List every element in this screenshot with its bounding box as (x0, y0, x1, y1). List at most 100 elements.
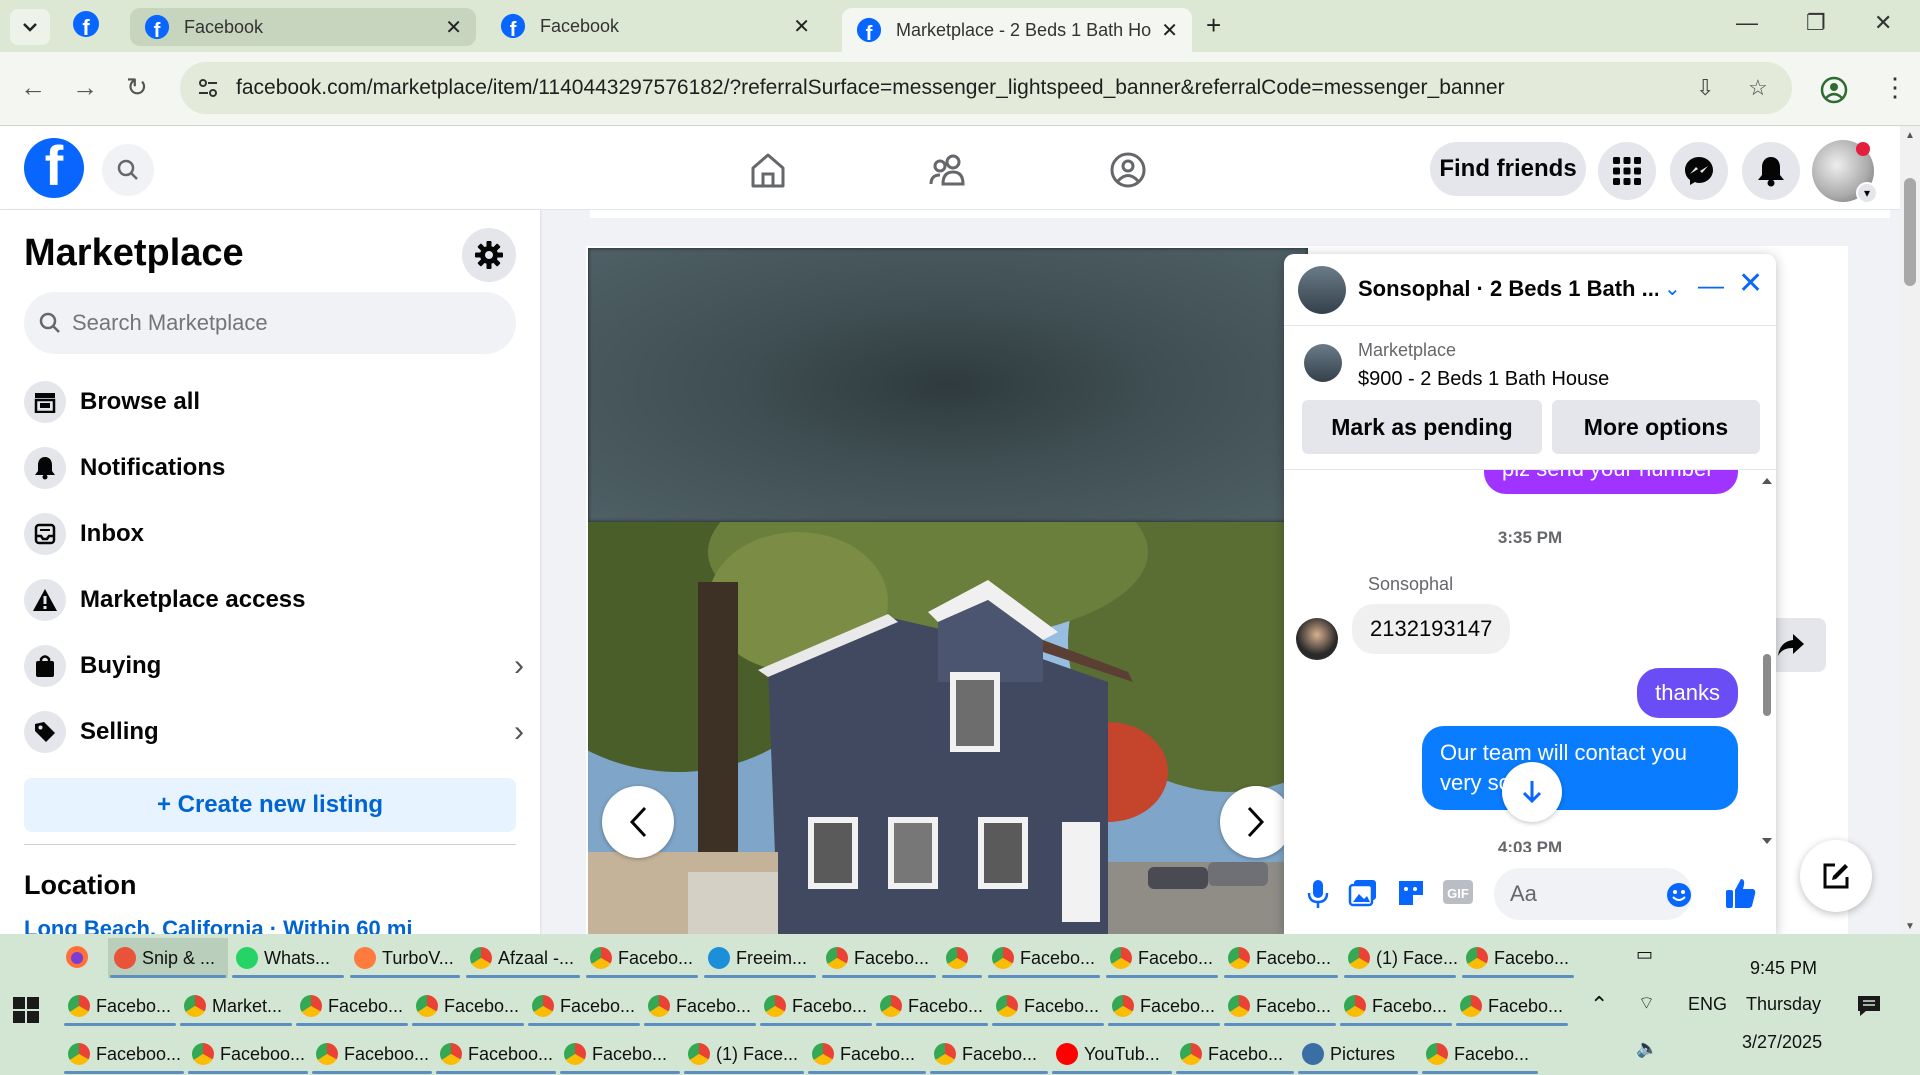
tab-facebook-1[interactable]: f Facebook ✕ (130, 8, 476, 46)
clock-day[interactable]: Thursday (1746, 994, 1821, 1015)
mark-as-pending-button[interactable]: Mark as pending (1302, 400, 1542, 454)
back-button[interactable]: ← (20, 72, 46, 103)
taskbar-app-button[interactable]: Facebo... (1454, 986, 1570, 1026)
taskbar-app-button[interactable]: Facebo... (820, 938, 938, 978)
friends-nav[interactable] (924, 148, 972, 192)
listing-price-title[interactable]: $900 - 2 Beds 1 Bath House (1358, 368, 1609, 391)
language-indicator[interactable]: ENG (1688, 994, 1727, 1015)
sticker-icon[interactable] (1396, 878, 1426, 908)
wifi-icon[interactable]: ⌔ (1638, 992, 1655, 1015)
facebook-search-button[interactable] (102, 144, 154, 196)
taskbar-app-button[interactable]: Facebo... (928, 1034, 1050, 1074)
chevron-down-icon[interactable]: ⌄ (1664, 276, 1681, 301)
battery-icon[interactable]: ▭ (1636, 944, 1653, 965)
chat-title[interactable]: Sonsophal · 2 Beds 1 Bath ... (1358, 276, 1658, 302)
taskbar-app-button[interactable]: Facebo... (1222, 986, 1338, 1026)
marketplace-search[interactable] (24, 292, 516, 354)
message-list[interactable]: plz send your number 3:35 PM Sonsophal 2… (1284, 470, 1776, 852)
taskbar-app-button[interactable]: (1) Face... (682, 1034, 806, 1074)
sidebar-item-inbox[interactable]: Inbox (24, 506, 524, 562)
listing-photo[interactable] (588, 248, 1308, 934)
pinned-tab-facebook[interactable]: f (72, 10, 100, 43)
groups-nav[interactable] (1104, 148, 1152, 192)
taskbar-app-button[interactable]: TurboV... (348, 938, 462, 978)
menu-button[interactable] (1598, 142, 1656, 200)
close-window-button[interactable]: ✕ (1874, 10, 1892, 36)
taskbar-app-button[interactable]: Whats... (230, 938, 346, 978)
next-photo-button[interactable] (1220, 786, 1292, 858)
browser-menu-icon[interactable]: ⋮ (1882, 72, 1908, 103)
emoji-icon[interactable] (1666, 882, 1692, 908)
close-tab-icon[interactable]: ✕ (793, 14, 810, 39)
chat-scrollbar[interactable] (1760, 470, 1774, 852)
more-options-button[interactable]: More options (1552, 400, 1760, 454)
tab-marketplace[interactable]: f Marketplace - 2 Beds 1 Bath Ho ✕ (842, 8, 1192, 52)
taskbar-app-button[interactable]: Faceboo... (186, 1034, 310, 1074)
taskbar-app-button[interactable]: Facebo... (1104, 938, 1220, 978)
tab-search-dropdown[interactable] (10, 9, 50, 45)
photo-icon[interactable] (1348, 878, 1378, 908)
taskbar-app-button[interactable]: Facebo... (986, 938, 1102, 978)
scroll-down-arrow-icon[interactable]: ▼ (1905, 921, 1915, 932)
install-app-icon[interactable]: ⇩ (1696, 75, 1714, 101)
taskbar-app-button[interactable]: Facebo... (806, 1034, 928, 1074)
taskbar-app-button[interactable]: Facebo... (294, 986, 410, 1026)
taskbar-app-button[interactable]: Facebo... (1106, 986, 1222, 1026)
taskbar-app-button[interactable]: Market... (178, 986, 294, 1026)
message-input[interactable]: Aa (1494, 868, 1692, 920)
show-hidden-icons-button[interactable]: ⌃ (1590, 992, 1608, 1018)
settings-button[interactable] (462, 228, 516, 282)
taskbar-app-button[interactable]: Facebo... (1460, 938, 1576, 978)
scroll-to-bottom-button[interactable] (1502, 762, 1562, 822)
page-scrollbar[interactable]: ▲ ▼ (1900, 126, 1920, 934)
taskbar-app-button[interactable]: YouTub... (1050, 1034, 1174, 1074)
gif-icon[interactable]: GIF (1442, 878, 1474, 906)
chat-header[interactable]: Sonsophal · 2 Beds 1 Bath ... ⌄ — ✕ (1284, 254, 1776, 326)
address-bar[interactable]: facebook.com/marketplace/item/1140443297… (180, 62, 1792, 114)
taskbar-app-button[interactable]: Freeim... (702, 938, 818, 978)
taskbar-app-button[interactable]: Facebo... (1174, 1034, 1296, 1074)
clock-time[interactable]: 9:45 PM (1750, 958, 1817, 979)
sidebar-item-notifications[interactable]: Notifications (24, 440, 524, 496)
taskbar-app-button[interactable]: Facebo... (584, 938, 700, 978)
create-new-listing-button[interactable]: + Create new listing (24, 778, 516, 832)
taskbar-app-button[interactable]: Facebo... (758, 986, 874, 1026)
taskbar-app-button[interactable]: Facebo... (526, 986, 642, 1026)
firefox-icon[interactable] (64, 944, 90, 970)
taskbar-app-button[interactable]: Facebo... (410, 986, 526, 1026)
sidebar-item-marketplace-access[interactable]: Marketplace access (24, 572, 524, 628)
taskbar-app-button[interactable]: Pictures (1296, 1034, 1420, 1074)
account-avatar[interactable]: ▾ (1812, 140, 1878, 204)
tab-facebook-2[interactable]: f Facebook ✕ (486, 6, 824, 46)
volume-icon[interactable]: 🔈 (1636, 1038, 1658, 1059)
forward-button[interactable]: → (72, 72, 98, 103)
scrollbar-thumb[interactable] (1904, 178, 1916, 286)
sidebar-item-browse-all[interactable]: Browse all (24, 374, 524, 430)
notification-center-icon[interactable] (1856, 994, 1882, 1018)
find-friends-button[interactable]: Find friends (1430, 142, 1586, 196)
close-tab-icon[interactable]: ✕ (445, 15, 462, 40)
thumbs-up-icon[interactable] (1724, 876, 1758, 910)
taskbar-app-button[interactable]: Facebo... (642, 986, 758, 1026)
taskbar-app-button[interactable]: Facebo... (990, 986, 1106, 1026)
new-tab-button[interactable]: + (1206, 10, 1221, 41)
previous-photo-button[interactable] (602, 786, 674, 858)
taskbar-app-button[interactable]: Faceboo... (310, 1034, 434, 1074)
taskbar-app-button[interactable]: Snip & ... (108, 938, 228, 978)
taskbar-app-button[interactable]: Facebo... (1338, 986, 1454, 1026)
site-info-icon[interactable] (196, 76, 220, 100)
taskbar-app-button[interactable]: Afzaal -... (464, 938, 582, 978)
taskbar-app-button[interactable]: Faceboo... (434, 1034, 558, 1074)
notifications-button[interactable] (1742, 142, 1800, 200)
minimize-window-button[interactable]: — (1736, 10, 1758, 36)
taskbar-app-button[interactable]: Facebo... (558, 1034, 682, 1074)
facebook-logo[interactable]: f (24, 138, 84, 198)
bookmark-star-icon[interactable]: ☆ (1748, 75, 1768, 101)
sidebar-item-selling[interactable]: Selling › (24, 704, 524, 760)
close-chat-button[interactable]: ✕ (1738, 266, 1763, 301)
location-link[interactable]: Long Beach, California · Within 60 mi (24, 916, 413, 934)
messenger-button[interactable] (1670, 142, 1728, 200)
taskbar-app-button[interactable]: Faceboo... (62, 1034, 186, 1074)
chat-avatar[interactable] (1298, 266, 1346, 314)
minimize-chat-button[interactable]: — (1698, 270, 1724, 301)
